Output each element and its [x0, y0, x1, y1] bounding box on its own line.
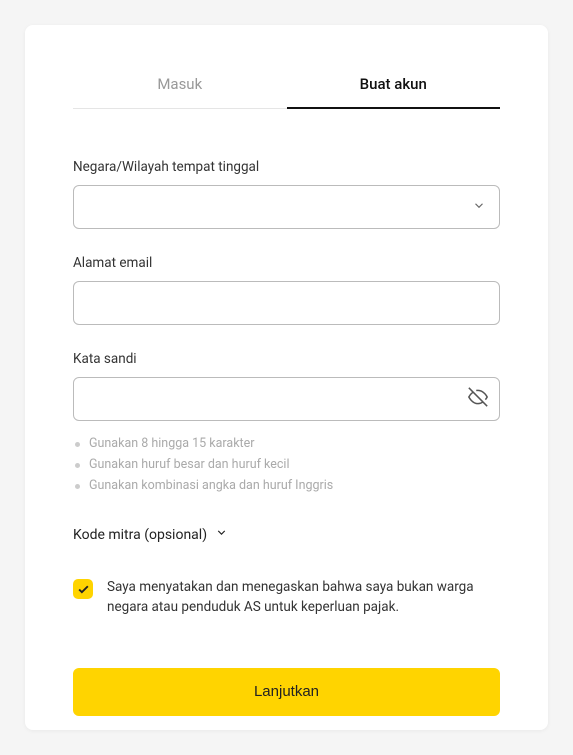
- partner-code-label: Kode mitra (opsional): [73, 527, 207, 543]
- email-field[interactable]: [73, 281, 500, 325]
- email-field-group: Alamat email: [73, 255, 500, 325]
- signup-card: Masuk Buat akun Negara/Wilayah tempat ti…: [25, 25, 548, 730]
- country-field: Negara/Wilayah tempat tinggal: [73, 159, 500, 229]
- hint-item: Gunakan kombinasi angka dan huruf Inggri…: [73, 475, 500, 496]
- password-label: Kata sandi: [73, 351, 500, 367]
- password-hints: Gunakan 8 hingga 15 karakter Gunakan hur…: [73, 433, 500, 496]
- consent-checkbox[interactable]: [73, 579, 93, 599]
- continue-button[interactable]: Lanjutkan: [73, 668, 500, 716]
- hint-item: Gunakan huruf besar dan huruf kecil: [73, 454, 500, 475]
- country-label: Negara/Wilayah tempat tinggal: [73, 159, 500, 175]
- consent-text: Saya menyatakan dan menegaskan bahwa say…: [107, 577, 500, 618]
- tab-login[interactable]: Masuk: [73, 75, 287, 109]
- chevron-down-icon: [215, 526, 228, 543]
- tab-signup[interactable]: Buat akun: [287, 75, 501, 109]
- country-select[interactable]: [73, 185, 500, 229]
- eye-off-icon[interactable]: [468, 387, 488, 411]
- partner-code-toggle[interactable]: Kode mitra (opsional): [73, 526, 500, 543]
- auth-tabs: Masuk Buat akun: [73, 75, 500, 109]
- password-field[interactable]: [73, 377, 500, 421]
- password-field-group: Kata sandi Gunakan 8 hingga 15 karakter …: [73, 351, 500, 496]
- hint-item: Gunakan 8 hingga 15 karakter: [73, 433, 500, 454]
- email-label: Alamat email: [73, 255, 500, 271]
- consent-row: Saya menyatakan dan menegaskan bahwa say…: [73, 577, 500, 618]
